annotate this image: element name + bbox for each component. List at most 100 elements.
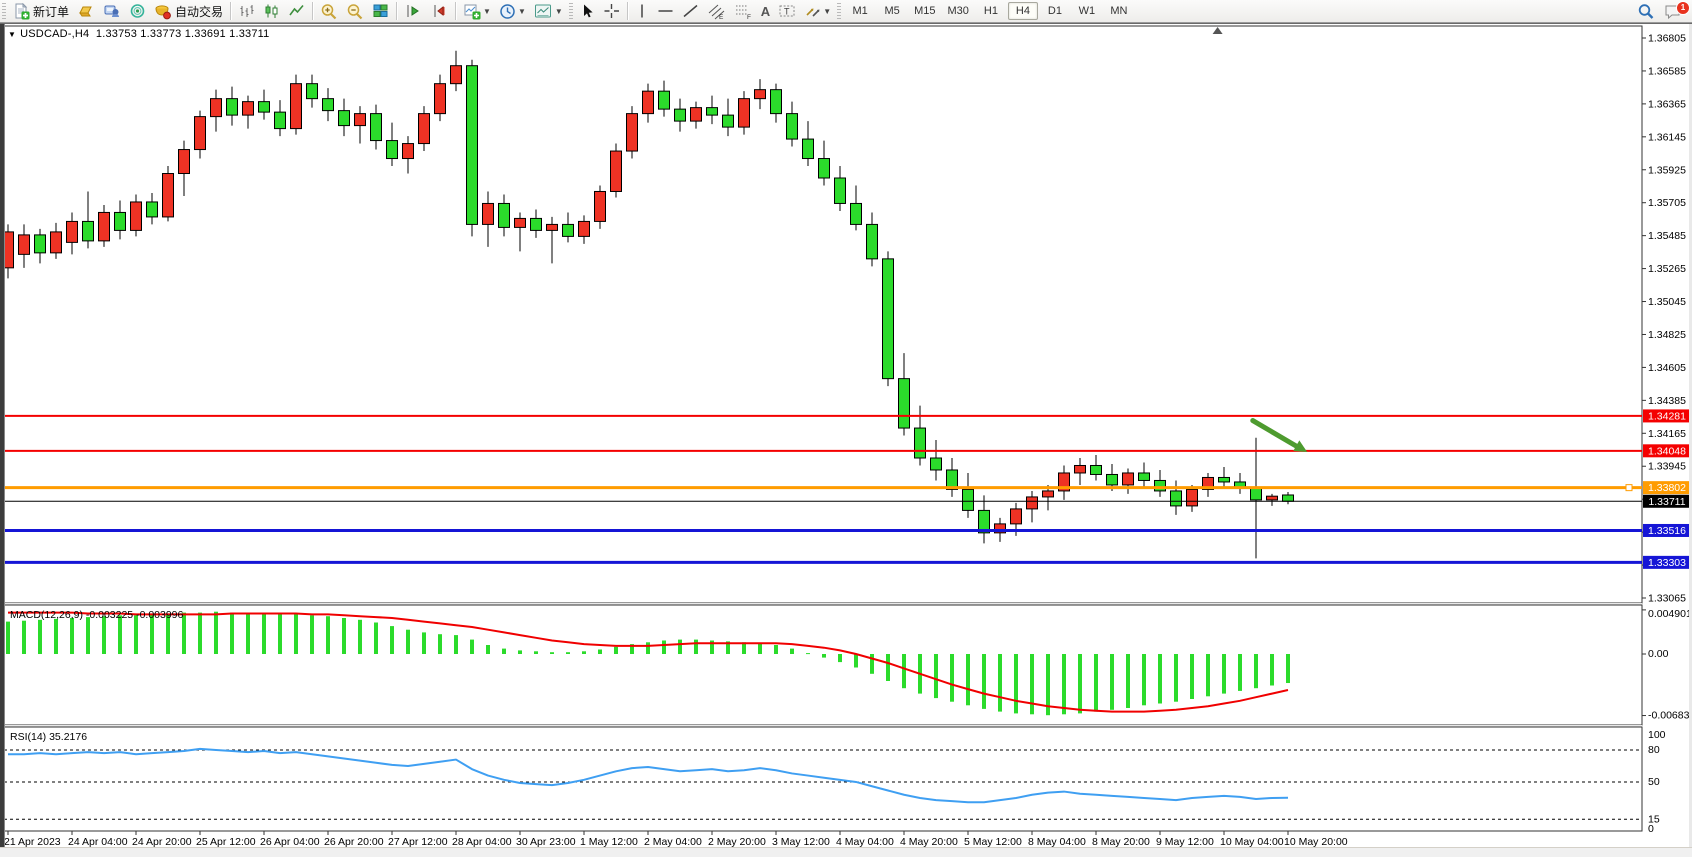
timeframe-d1[interactable]: D1 [1040, 2, 1070, 20]
price-tick-label: 1.34165 [1648, 428, 1686, 440]
broadcast-button[interactable] [126, 0, 149, 22]
toolbar-grip[interactable] [2, 3, 6, 19]
chart-canvas[interactable]: MACD(12,26,9) -0.003225 -0.003996RSI(14)… [0, 24, 1692, 856]
crosshair-button[interactable] [600, 0, 623, 22]
bar-chart-button[interactable] [235, 0, 258, 22]
text-icon: A [761, 4, 770, 19]
candle-up [451, 66, 462, 84]
macd-bar [54, 619, 58, 654]
timeframe-m30[interactable]: M30 [943, 2, 974, 20]
timeframe-w1[interactable]: W1 [1072, 2, 1102, 20]
candle-down [659, 91, 670, 109]
candlestick-chart-icon [263, 3, 280, 19]
timeframe-m1[interactable]: M1 [845, 2, 875, 20]
candle-down [675, 109, 686, 121]
macd-bar [118, 615, 122, 654]
candle-up [51, 232, 62, 253]
zoom-out-button[interactable] [343, 0, 367, 22]
time-axis[interactable]: 21 Apr 202324 Apr 04:0024 Apr 20:0025 Ap… [4, 831, 1348, 848]
candle-down [1219, 477, 1230, 481]
market-watch-button[interactable] [74, 0, 98, 22]
macd-bar [934, 654, 938, 698]
toolbar-grip[interactable] [569, 3, 573, 19]
timeframe-group: M1M5M15M30H1H4D1W1MN [844, 2, 1135, 20]
candle-up [1123, 473, 1134, 485]
new-order-button[interactable]: 新订单 [10, 0, 72, 22]
macd-axis-label: -0.006838 [1648, 710, 1692, 722]
rsi-label: RSI(14) 35.2176 [10, 731, 87, 743]
timeframe-mn[interactable]: MN [1104, 2, 1134, 20]
price-tick-label: 1.35045 [1648, 296, 1686, 308]
templates-button[interactable]: ▼ [531, 0, 566, 22]
notification-badge: 1 [1676, 1, 1690, 15]
chart-window: MACD(12,26,9) -0.003225 -0.003996RSI(14)… [0, 23, 1692, 855]
auto-scroll-button[interactable] [401, 0, 425, 22]
text-button[interactable]: A [758, 0, 773, 22]
macd-bar [470, 640, 474, 654]
channel-icon: E [707, 3, 726, 20]
macd-bar [1062, 654, 1066, 714]
zoom-in-icon [320, 3, 338, 20]
macd-bar [70, 618, 74, 654]
candle-down [307, 84, 318, 99]
candle-down [963, 489, 974, 510]
notifications-button[interactable]: 1 [1660, 1, 1685, 23]
label-icon: T [778, 3, 796, 19]
candle-down [723, 115, 734, 127]
macd-bar [22, 621, 26, 654]
macd-bar [534, 651, 538, 654]
trendline-button[interactable] [679, 0, 702, 22]
cursor-button[interactable] [577, 0, 598, 22]
indicators-button[interactable]: ▼ [460, 0, 494, 22]
arrows-button[interactable]: ▼ [801, 0, 834, 22]
channel-button[interactable]: E [704, 0, 729, 22]
toolbar-separator [230, 2, 231, 20]
line-handle[interactable] [1626, 485, 1632, 491]
navigator-button[interactable] [100, 0, 124, 22]
macd-bar [310, 615, 314, 654]
macd-bar [262, 614, 266, 655]
candle-down [275, 112, 286, 128]
toolbar-grip[interactable] [837, 3, 841, 19]
timeframe-m5[interactable]: M5 [877, 2, 907, 20]
tile-windows-button[interactable] [369, 0, 392, 22]
fibonacci-button[interactable]: F [731, 0, 756, 22]
horizontal-line-button[interactable] [654, 0, 677, 22]
macd-bar [1286, 654, 1290, 683]
macd-bar [1110, 654, 1114, 710]
crosshair-icon [603, 3, 620, 19]
candle-down [1283, 495, 1294, 501]
periods-button[interactable]: ▼ [496, 0, 529, 22]
search-button[interactable] [1634, 1, 1658, 23]
timeframe-m15[interactable]: M15 [909, 2, 940, 20]
macd-bar [326, 616, 330, 654]
macd-bar [390, 626, 394, 654]
candlestick-chart-button[interactable] [260, 0, 283, 22]
rsi-axis-label: 80 [1648, 744, 1660, 756]
macd-bar [1094, 654, 1098, 712]
zoom-in-button[interactable] [317, 0, 341, 22]
timeframe-h1[interactable]: H1 [976, 2, 1006, 20]
line-chart-button[interactable] [285, 0, 308, 22]
macd-bar [1142, 654, 1146, 705]
macd-bar [198, 613, 202, 654]
macd-bar [646, 642, 650, 654]
toolbar-separator [396, 2, 397, 20]
label-button[interactable]: T [775, 0, 799, 22]
autotrade-button[interactable]: 自动交易 [151, 0, 226, 22]
price-tick-label: 1.34385 [1648, 395, 1686, 407]
price-tick-label: 1.35705 [1648, 197, 1686, 209]
candle-down [387, 141, 398, 159]
chevron-down-icon: ▼ [8, 30, 16, 39]
candle-up [211, 99, 222, 117]
timeframe-h4[interactable]: H4 [1008, 2, 1038, 20]
candle-down [835, 178, 846, 203]
price-axis[interactable]: 1.368051.365851.363651.361451.359251.357… [1642, 33, 1692, 836]
broadcast-icon [129, 3, 146, 19]
rsi-axis-label: 100 [1648, 729, 1666, 741]
search-icon [1637, 3, 1655, 20]
toolbar-separator [627, 2, 628, 20]
vertical-line-button[interactable] [632, 0, 652, 22]
rsi-panel[interactable] [4, 727, 1642, 831]
chart-shift-button[interactable] [427, 0, 451, 22]
